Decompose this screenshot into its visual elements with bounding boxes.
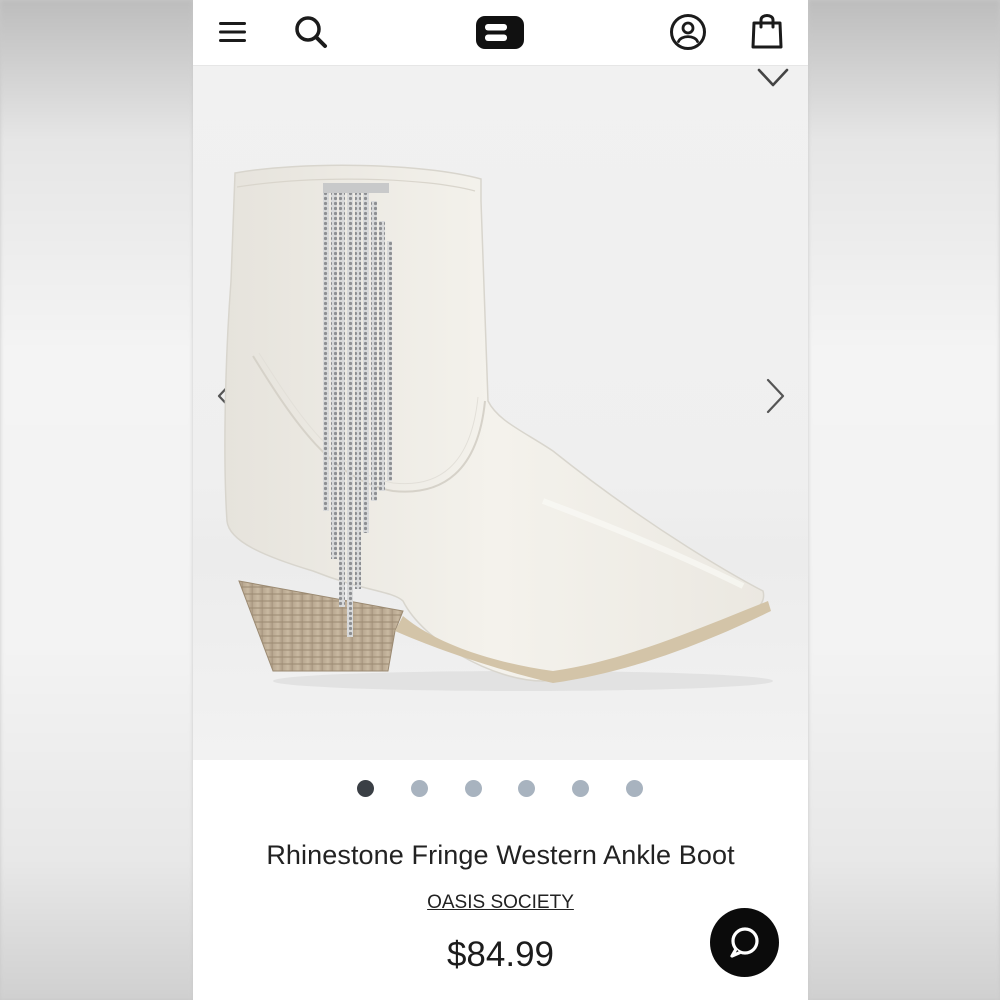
heart-icon[interactable] [756,66,790,90]
logo[interactable] [476,16,524,49]
product-image-carousel[interactable] [193,66,808,760]
carousel-pagination [193,778,808,800]
carousel-dot-4[interactable] [518,780,535,797]
account-icon[interactable] [669,13,707,51]
top-navigation-bar [193,0,808,66]
product-title: Rhinestone Fringe Western Ankle Boot [266,840,735,870]
mobile-product-page: Rhinestone Fringe Western Ankle Boot OAS… [193,0,808,1000]
brand-link[interactable]: OASIS SOCIETY [193,892,808,914]
background-left [0,0,193,1000]
bag-icon[interactable] [749,12,785,50]
menu-icon[interactable] [217,18,249,46]
chat-button[interactable] [710,908,779,977]
chat-icon [730,927,759,958]
search-icon[interactable] [293,14,329,50]
carousel-dot-3[interactable] [465,780,482,797]
product-image-boot [224,164,773,691]
carousel-dot-2[interactable] [411,780,428,797]
carousel-dot-5[interactable] [572,780,589,797]
background-right [808,0,1000,1000]
carousel-dot-6[interactable] [626,780,643,797]
carousel-dot-1[interactable] [357,780,374,797]
